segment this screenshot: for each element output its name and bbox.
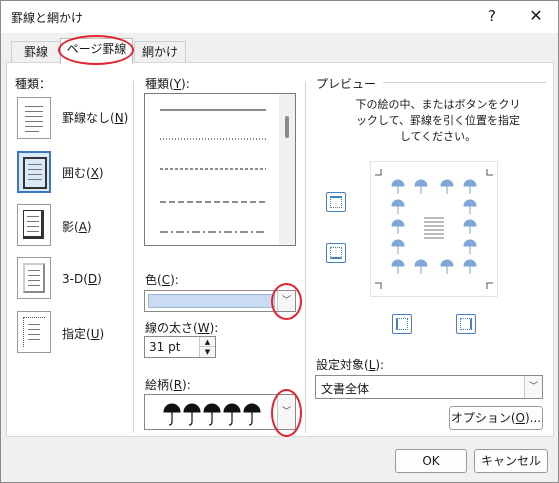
width-label: 線の太さ(W): (145, 321, 219, 335)
umbrella-icon (183, 403, 201, 426)
umbrella-icon (203, 403, 221, 426)
setting-shadow-label[interactable]: 影(A) (62, 218, 92, 235)
preview-text-lines (424, 217, 444, 239)
apply-to-value: 文書全体 (321, 382, 370, 396)
setting-custom-icon[interactable] (17, 311, 51, 353)
setting-box-label[interactable]: 囲む(X) (62, 164, 104, 181)
apply-to-label: 設定対象(L): (316, 358, 385, 372)
crop-marks (375, 169, 493, 289)
page-preview[interactable] (370, 161, 498, 297)
line-style-list[interactable] (144, 93, 296, 246)
umbrella-border-art (391, 179, 477, 274)
window-title: 罫線と網かけ (11, 11, 84, 25)
column-divider (305, 81, 306, 433)
close-button[interactable]: ✕ (524, 5, 548, 27)
width-value: 31 pt (149, 340, 181, 354)
page-preview-drawing (375, 169, 493, 289)
setting-shadow-icon[interactable] (17, 204, 51, 246)
scroll-thumb[interactable] (285, 116, 289, 138)
chevron-down-icon[interactable]: ﹀ (277, 291, 295, 311)
apply-to-dropdown[interactable]: 文書全体 ﹀ (315, 375, 543, 399)
art-dropdown[interactable]: ﹀ (144, 394, 296, 430)
setting-box-icon[interactable] (17, 151, 51, 193)
bottom-border-button[interactable] (326, 243, 346, 263)
line-style-samples (160, 109, 266, 233)
preview-label: プレビュー (316, 77, 377, 91)
setting-none-label[interactable]: 罫線なし(N) (62, 109, 128, 126)
cancel-button[interactable]: キャンセル (474, 449, 548, 473)
column-divider (133, 81, 134, 433)
spin-down-icon[interactable]: ▼ (199, 347, 215, 357)
setting-custom-label[interactable]: 指定(U) (62, 325, 104, 342)
help-button[interactable]: ? (481, 5, 503, 27)
spin-up-icon[interactable]: ▲ (199, 337, 215, 347)
umbrella-icon (163, 403, 181, 426)
umbrella-icon (223, 403, 241, 426)
chevron-down-icon[interactable]: ﹀ (524, 376, 542, 398)
tab-page-border[interactable]: ページ罫線 (60, 38, 133, 64)
options-button[interactable]: オプション(O)... (449, 406, 543, 430)
tab-borders[interactable]: 罫線 (11, 41, 61, 63)
setting-label: 種類： (15, 77, 52, 91)
setting-3d-icon[interactable] (17, 257, 51, 299)
chevron-down-icon[interactable]: ﹀ (277, 395, 295, 429)
color-swatch (148, 294, 275, 308)
umbrella-art-preview (163, 403, 261, 426)
title-bar: 罫線と網かけ ? ✕ (1, 1, 558, 33)
setting-3d-label[interactable]: 3-D(D) (62, 272, 102, 286)
color-label: 色(C): (145, 273, 179, 287)
preview-instruction: 下の絵の中、またはボタンをクリックして、罫線を引く位置を指定してください。 (355, 98, 521, 143)
style-label: 種類(Y): (145, 77, 190, 91)
top-border-button[interactable] (326, 192, 346, 212)
art-label: 絵柄(R): (145, 378, 191, 392)
borders-and-shading-dialog: 罫線と網かけ ? ✕ 罫線 ページ罫線 網かけ 種類： 罫線なし(N) 囲む(X… (0, 0, 559, 483)
setting-none-icon[interactable] (17, 97, 51, 139)
preview-rule (383, 82, 546, 83)
tab-shading[interactable]: 網かけ (134, 41, 186, 63)
right-border-button[interactable] (456, 314, 476, 334)
tab-strip: 罫線 ページ罫線 網かけ (1, 33, 558, 64)
color-dropdown[interactable]: ﹀ (144, 290, 296, 312)
umbrella-icon (243, 403, 261, 426)
line-style-scrollbar[interactable] (279, 94, 295, 245)
width-stepper[interactable]: 31 pt ▲ ▼ (144, 336, 216, 358)
left-border-button[interactable] (392, 314, 412, 334)
ok-button[interactable]: OK (395, 449, 467, 473)
